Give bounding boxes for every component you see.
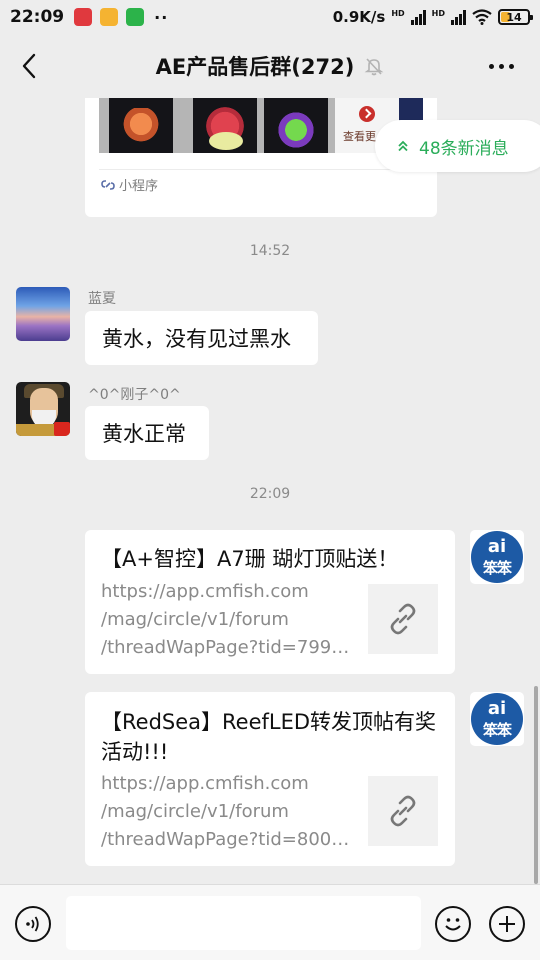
- avatar-text: 笨笨: [482, 559, 512, 577]
- avatar-text: ai: [487, 536, 507, 557]
- avatar-text: ai: [487, 698, 507, 719]
- link-icon: [390, 795, 416, 827]
- more-notifications-indicator: ··: [154, 7, 169, 27]
- message-bubble[interactable]: 黄水正常: [85, 406, 209, 460]
- coral-image-2: [193, 98, 257, 153]
- network-speed: 0.9K/s: [332, 8, 386, 26]
- signal-icon-2: [451, 9, 466, 25]
- chevron-up-icon: [398, 140, 408, 152]
- wifi-icon: [472, 9, 492, 25]
- signal-icon: [410, 9, 426, 25]
- link-icon: [390, 603, 416, 635]
- link-url: https://app.cmfish.com /mag/circle/v1/fo…: [101, 581, 350, 658]
- hd-label-1: HD: [391, 9, 405, 18]
- notification-app-icon-red: [74, 8, 93, 26]
- link-thumbnail: [368, 776, 438, 846]
- back-button[interactable]: [14, 50, 44, 82]
- more-actions-button[interactable]: [489, 906, 525, 942]
- more-options-button[interactable]: [484, 52, 518, 80]
- chat-header: AE产品售后群(272): [0, 34, 540, 98]
- status-bar: 22:09 ·· 0.9K/s HD HD 14: [0, 0, 540, 34]
- notification-app-icon-green: [126, 8, 145, 26]
- new-messages-button[interactable]: 48条新消息: [375, 120, 540, 172]
- sender-name: 蓝夏: [88, 291, 116, 307]
- input-bar: [0, 884, 540, 960]
- link-url: https://app.cmfish.com /mag/circle/v1/fo…: [101, 773, 350, 850]
- mini-program-label: 小程序: [119, 179, 159, 194]
- status-time: 22:09: [10, 7, 65, 27]
- coral-image-1: [109, 98, 173, 153]
- avatar[interactable]: ai 笨笨: [470, 692, 524, 746]
- card-divider: [99, 169, 423, 170]
- new-messages-label: 48条新消息: [419, 138, 509, 159]
- avatar[interactable]: ai 笨笨: [470, 530, 524, 584]
- coral-image-3: [264, 98, 328, 153]
- more-dots-icon: [488, 63, 494, 69]
- voice-icon: [26, 916, 39, 932]
- avatar-text: 笨笨: [482, 721, 512, 739]
- voice-button[interactable]: [15, 906, 51, 942]
- emoji-button[interactable]: [435, 906, 471, 942]
- view-more-arrow-icon: [359, 106, 375, 122]
- link-card[interactable]: 【A+智控】A7珊 瑚灯顶贴送！ https://app.cmfish.com …: [85, 530, 455, 674]
- view-more-label: 查看更: [343, 130, 376, 143]
- flag-badge-icon: [54, 422, 70, 436]
- back-arrow-icon: [22, 53, 36, 79]
- hd-label-2: HD: [431, 9, 445, 18]
- timestamp: 22:09: [249, 486, 291, 502]
- link-thumbnail: [368, 584, 438, 654]
- emoji-icon: [445, 918, 461, 931]
- notification-app-icon-yellow: [100, 8, 119, 26]
- battery-icon: 14: [498, 9, 533, 25]
- scrollbar[interactable]: [534, 686, 538, 884]
- sender-name: ^0^刚子^0^: [88, 387, 181, 403]
- mute-bell-icon: [364, 58, 384, 76]
- mini-program-icon: [101, 179, 115, 190]
- avatar[interactable]: [16, 287, 70, 341]
- link-title: 【RedSea】ReefLED转发顶帖有奖活动!!!: [101, 710, 437, 764]
- message-bubble[interactable]: 黄水，没有见过黑水: [85, 311, 318, 365]
- chat-title: AE产品售后群(272): [155, 55, 355, 79]
- link-title: 【A+智控】A7珊 瑚灯顶贴送！: [101, 547, 399, 571]
- timestamp: 14:52: [249, 243, 291, 259]
- chat-messages[interactable]: 查看更 小程序 48条新消息 14:52 蓝夏 黄水，没有见过黑水 ^0^刚子^…: [0, 98, 540, 884]
- message-input[interactable]: [66, 896, 421, 950]
- link-card[interactable]: 【RedSea】ReefLED转发顶帖有奖活动!!! https://app.c…: [85, 692, 455, 866]
- mini-program-source: 小程序: [101, 175, 158, 194]
- avatar[interactable]: [16, 382, 70, 436]
